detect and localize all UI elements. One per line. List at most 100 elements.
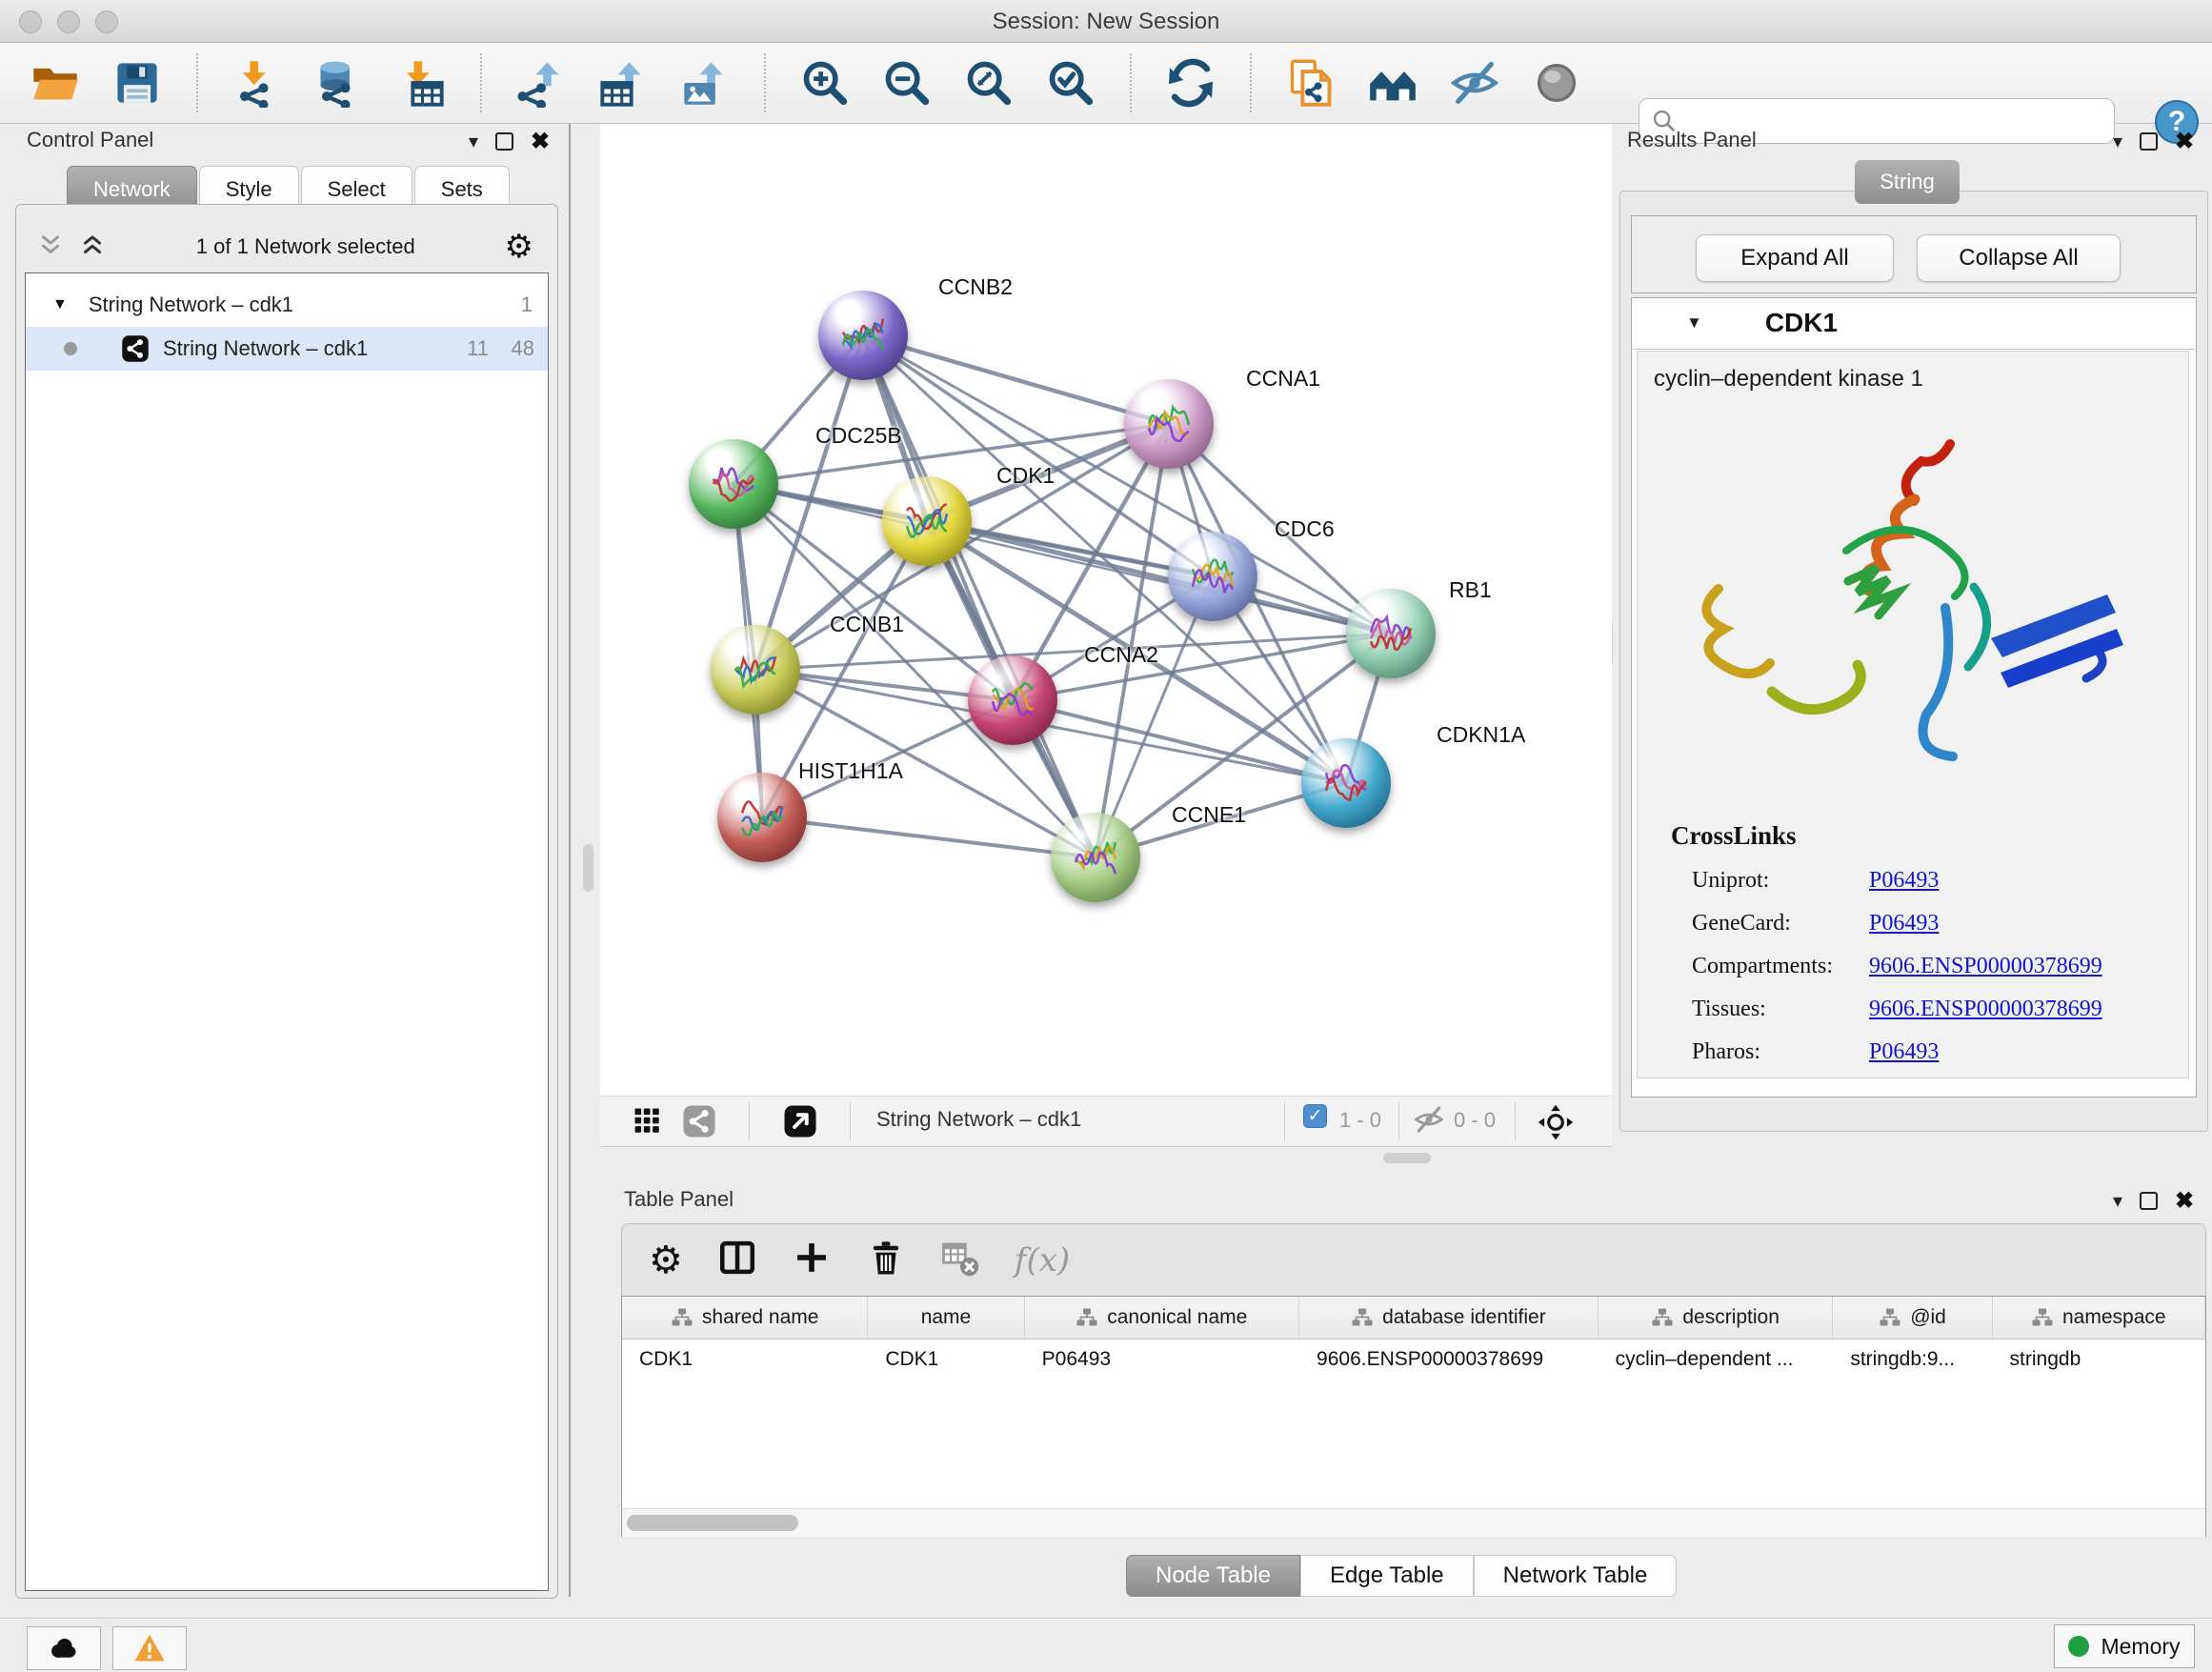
warnings-button[interactable] — [112, 1626, 187, 1670]
network-node-ccna2[interactable] — [968, 655, 1057, 745]
tab-edge-table[interactable]: Edge Table — [1300, 1555, 1474, 1597]
network-node-ccna1[interactable] — [1124, 379, 1214, 469]
expand-all-button[interactable]: Expand All — [1696, 234, 1894, 282]
column-header-canonical-name[interactable]: canonical name — [1025, 1297, 1299, 1339]
import-table-button[interactable] — [394, 56, 448, 110]
network-share-badge-icon[interactable] — [682, 1104, 716, 1138]
column-header-namespace[interactable]: namespace — [1993, 1297, 2205, 1339]
control-panel-menu-caret[interactable]: ▾ — [469, 130, 478, 153]
cell-canonical-name[interactable]: P06493 — [1025, 1348, 1299, 1371]
birdseye-view-icon[interactable] — [631, 1104, 665, 1138]
network-node-ccne1[interactable] — [1051, 813, 1140, 902]
cell-database-identifier[interactable]: 9606.ENSP00000378699 — [1299, 1348, 1599, 1371]
export-table-button[interactable] — [596, 56, 650, 110]
delete-column-icon[interactable] — [866, 1238, 906, 1282]
column-header-name[interactable]: name — [868, 1297, 1024, 1339]
network-list: ▼ String Network – cdk1 1 String Network… — [25, 272, 549, 1591]
collection-expand-triangle[interactable]: ▼ — [52, 296, 68, 313]
network-node-cdc25b[interactable] — [689, 439, 778, 529]
hidden-eye-icon[interactable] — [1414, 1104, 1444, 1135]
cell-name[interactable]: CDK1 — [868, 1348, 1024, 1371]
starter-panel-button[interactable] — [1366, 56, 1419, 110]
expand-all-networks-icon[interactable] — [78, 231, 107, 264]
table-panel-menu-caret[interactable]: ▾ — [2113, 1189, 2122, 1213]
detach-view-icon[interactable] — [783, 1104, 817, 1138]
network-node-rb1[interactable] — [1346, 589, 1436, 678]
control-panel-close-icon[interactable]: ✖ — [531, 128, 550, 155]
toolbar-separator — [480, 53, 482, 112]
export-image-button[interactable] — [678, 56, 732, 110]
cell-id[interactable]: stringdb:9... — [1833, 1348, 1992, 1371]
zoom-fit-button[interactable] — [962, 56, 1016, 110]
network-node-cdk1[interactable] — [882, 476, 972, 566]
crosslink-label: Tissues: — [1692, 997, 1869, 1022]
table-hscrollbar[interactable] — [622, 1508, 2205, 1537]
crosslink-value-link[interactable]: 9606.ENSP00000378699 — [1869, 997, 2102, 1022]
open-session-button[interactable] — [29, 56, 82, 110]
network-node-cdc6[interactable] — [1168, 532, 1257, 621]
export-network-button[interactable] — [514, 56, 568, 110]
table-row[interactable]: CDK1CDK1P064939606.ENSP00000378699cyclin… — [622, 1340, 2205, 1380]
results-panel-title: Results Panel — [1627, 128, 1757, 152]
gear-icon[interactable]: ⚙ — [649, 1241, 683, 1279]
cell-namespace[interactable]: stringdb — [1993, 1348, 2205, 1371]
zoom-out-button[interactable] — [880, 56, 934, 110]
network-node-ccnb1[interactable] — [711, 625, 800, 715]
results-panel-close-icon[interactable]: ✖ — [2175, 128, 2194, 155]
selected-checkbox-icon[interactable]: ✓ — [1303, 1104, 1327, 1128]
collapse-all-networks-icon[interactable] — [36, 231, 65, 264]
network-document-button[interactable] — [1284, 56, 1337, 110]
network-collection-row[interactable]: ▼ String Network – cdk1 1 — [26, 283, 548, 327]
control-panel-float-icon[interactable] — [495, 132, 513, 151]
column-header-description[interactable]: description — [1599, 1297, 1834, 1339]
gene-symbol: CDK1 — [1765, 308, 1838, 338]
tab-string[interactable]: String — [1855, 160, 1960, 204]
network-node-hist1h1a[interactable] — [717, 773, 807, 862]
function-builder-icon[interactable]: f(x) — [1015, 1241, 1070, 1279]
results-panel-menu-caret[interactable]: ▾ — [2113, 130, 2122, 153]
tab-network-table[interactable]: Network Table — [1474, 1555, 1678, 1597]
refresh-button[interactable] — [1164, 56, 1217, 110]
network-share-icon — [121, 334, 150, 363]
gene-expand-triangle[interactable]: ▼ — [1686, 313, 1702, 332]
tab-node-table[interactable]: Node Table — [1126, 1555, 1300, 1597]
network-node-cdkn1a[interactable] — [1301, 738, 1391, 828]
crosslink-value-link[interactable]: 9606.ENSP00000378699 — [1869, 954, 2102, 979]
cell-description[interactable]: cyclin–dependent ... — [1599, 1348, 1834, 1371]
network-row-selected[interactable]: String Network – cdk1 11 48 — [26, 327, 548, 371]
column-header-shared-name[interactable]: shared name — [622, 1297, 868, 1339]
column-header-database-identifier[interactable]: database identifier — [1299, 1297, 1599, 1339]
network-options-gear-icon[interactable]: ⚙ — [505, 228, 533, 266]
crosslink-label: Compartments: — [1692, 954, 1869, 979]
cell-shared-name[interactable]: CDK1 — [622, 1348, 868, 1371]
import-network-file-button[interactable] — [231, 56, 284, 110]
save-session-button[interactable] — [111, 56, 164, 110]
network-canvas[interactable]: CCNB2CCNA1CDC25BCDK1CDC6RB1CCNB1CCNA2CDK… — [600, 124, 1612, 1096]
table-panel-float-icon[interactable] — [2140, 1192, 2158, 1210]
table-hscrollbar-thumb[interactable] — [627, 1515, 798, 1531]
crosslink-value-link[interactable]: P06493 — [1869, 1039, 1939, 1065]
cloud-button[interactable] — [27, 1626, 101, 1670]
column-header-id[interactable]: @id — [1833, 1297, 1992, 1339]
hide-selected-button[interactable] — [1448, 56, 1501, 110]
toolbar-separator — [196, 53, 198, 112]
table-panel-close-icon[interactable]: ✖ — [2175, 1187, 2194, 1215]
delete-table-icon[interactable] — [940, 1238, 980, 1282]
crosslink-value-link[interactable]: P06493 — [1869, 868, 1939, 894]
zoom-selected-button[interactable] — [1044, 56, 1097, 110]
results-panel-float-icon[interactable] — [2140, 132, 2158, 151]
columns-icon[interactable] — [717, 1238, 757, 1282]
memory-button[interactable]: Memory — [2054, 1624, 2195, 1668]
zoom-in-button[interactable] — [798, 56, 852, 110]
splitter-handle-horizontal[interactable] — [1383, 1153, 1431, 1163]
crosshair-icon[interactable] — [1538, 1104, 1574, 1140]
import-network-database-button[interactable] — [312, 56, 366, 110]
crosslink-value-link[interactable]: P06493 — [1869, 911, 1939, 937]
show-all-button[interactable] — [1530, 56, 1583, 110]
add-column-icon[interactable] — [792, 1238, 832, 1282]
toolbar-icon-group — [29, 43, 1583, 123]
splitter-handle-left[interactable] — [583, 844, 593, 892]
collapse-all-button[interactable]: Collapse All — [1917, 234, 2121, 282]
network-node-ccnb2[interactable] — [818, 291, 908, 380]
gene-entry-header[interactable]: ▼ CDK1 — [1631, 297, 2195, 350]
